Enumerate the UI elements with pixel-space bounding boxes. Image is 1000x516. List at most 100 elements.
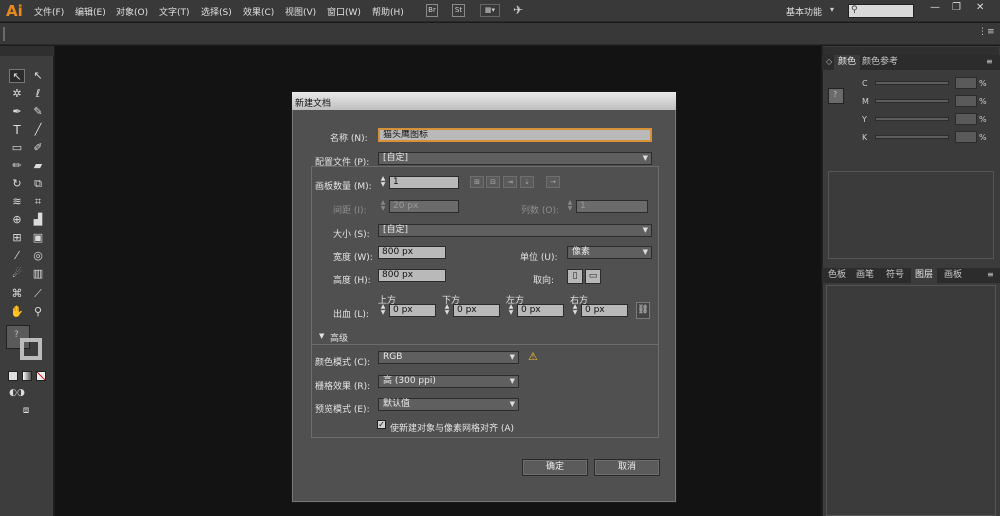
channel-y-input[interactable] (955, 113, 977, 125)
panel-menu-icon[interactable]: ⋮≡ (978, 27, 995, 37)
graph-tool-icon[interactable]: ▥ (30, 267, 46, 281)
channel-y-slider[interactable] (875, 117, 949, 121)
hand-tool-icon[interactable]: ✋ (9, 305, 25, 319)
paintbrush-tool-icon[interactable]: ✐ (30, 141, 46, 155)
columns-field[interactable]: 1 (576, 200, 648, 213)
zoom-tool-icon[interactable]: ⚲ (30, 305, 46, 319)
menu-object[interactable]: 对象(O) (116, 5, 148, 18)
gradient-tool-icon[interactable]: ▣ (30, 231, 46, 245)
tools-panel-header[interactable] (0, 46, 54, 56)
tab-swatches[interactable]: 色板 (824, 268, 850, 283)
panel-menu-icon[interactable]: ≡ (986, 57, 993, 66)
layers-list[interactable] (826, 285, 996, 516)
width-field[interactable]: 800 px (378, 246, 446, 259)
arrange-by-row-icon[interactable]: ⇥ (503, 176, 517, 188)
arrange-documents-icon[interactable]: ▦▾ (480, 4, 500, 17)
width-tool-icon[interactable]: ≋ (9, 195, 25, 209)
landscape-orientation-icon[interactable]: ▭ (585, 269, 601, 284)
rotate-tool-icon[interactable]: ↻ (9, 177, 25, 191)
menu-edit[interactable]: 编辑(E) (75, 5, 106, 18)
spacing-field[interactable]: 20 px (389, 200, 459, 213)
bleed-top-field[interactable]: 0 px (389, 304, 436, 317)
stepper-arrows-icon[interactable]: ▲ ▼ (379, 200, 387, 213)
blend-tool-icon[interactable]: ◎ (30, 249, 46, 263)
chevron-down-icon[interactable]: ▾ (830, 5, 834, 14)
stepper-arrows-icon[interactable]: ▲ ▼ (566, 200, 574, 213)
link-bleed-icon[interactable]: ⛓ (636, 302, 650, 319)
menu-help[interactable]: 帮助(H) (372, 5, 404, 18)
free-transform-tool-icon[interactable]: ⌗ (30, 195, 46, 209)
layout-direction-icon[interactable]: → (546, 176, 560, 188)
preview-mode-select[interactable]: 默认值 ▼ (378, 398, 519, 411)
stepper-arrows-icon[interactable]: ▲ ▼ (379, 304, 387, 317)
menu-file[interactable]: 文件(F) (34, 5, 64, 18)
tab-brushes[interactable]: 画笔 (852, 268, 878, 283)
tab-color-guide[interactable]: 颜色参考 (858, 55, 902, 70)
line-tool-icon[interactable]: ╱ (30, 123, 46, 137)
panel-options-icon[interactable]: ◇ (826, 57, 832, 66)
type-tool-icon[interactable]: T (9, 123, 25, 137)
align-pixel-grid-checkbox[interactable]: ✓ (377, 420, 386, 429)
send-icon[interactable]: ✈ (513, 3, 523, 17)
channel-k-input[interactable] (955, 131, 977, 143)
workspace-switcher[interactable]: 基本功能 (786, 5, 822, 18)
stroke-swatch[interactable] (20, 338, 42, 360)
advanced-toggle[interactable]: 高级 (330, 331, 348, 344)
tab-symbols[interactable]: 符号 (882, 268, 908, 283)
stock-icon[interactable]: St (452, 4, 465, 17)
size-select[interactable]: [自定] ▼ (378, 224, 652, 237)
symbol-sprayer-tool-icon[interactable]: ☄ (9, 267, 25, 281)
cancel-button[interactable]: 取消 (594, 459, 660, 476)
menu-view[interactable]: 视图(V) (285, 5, 316, 18)
menu-effect[interactable]: 效果(C) (243, 5, 274, 18)
channel-m-slider[interactable] (875, 99, 949, 103)
tab-artboards[interactable]: 画板 (940, 268, 966, 283)
eraser-tool-icon[interactable]: ▰ (30, 159, 46, 173)
perspective-grid-tool-icon[interactable]: ▟ (30, 213, 46, 227)
document-name-field[interactable]: 猫头鹰图标 (378, 128, 652, 142)
ok-button[interactable]: 确定 (522, 459, 588, 476)
bleed-right-field[interactable]: 0 px (581, 304, 628, 317)
dialog-title-bar[interactable] (292, 92, 676, 110)
none-mode-icon[interactable] (36, 371, 46, 381)
bleed-left-field[interactable]: 0 px (517, 304, 564, 317)
arrange-by-column-icon[interactable]: ⇣ (520, 176, 534, 188)
eyedropper-tool-icon[interactable]: ⁄ (9, 249, 25, 263)
portrait-orientation-icon[interactable]: ▯ (567, 269, 583, 284)
color-mode-icon[interactable] (8, 371, 18, 381)
menu-window[interactable]: 窗口(W) (327, 5, 361, 18)
color-spectrum-area[interactable] (828, 171, 994, 259)
rectangle-tool-icon[interactable]: ▭ (9, 141, 25, 155)
channel-m-input[interactable] (955, 95, 977, 107)
pen-tool-icon[interactable]: ✒ (9, 105, 25, 119)
height-field[interactable]: 800 px (378, 269, 446, 282)
tab-layers[interactable]: 图层 (911, 268, 938, 283)
restore-button[interactable]: ❐ (952, 2, 961, 13)
panel-dock-header[interactable] (823, 47, 999, 55)
direct-selection-tool-icon[interactable]: ↖ (30, 69, 46, 83)
tab-color[interactable]: 颜色 (834, 55, 861, 70)
menu-type[interactable]: 文字(T) (159, 5, 190, 18)
bleed-bottom-field[interactable]: 0 px (453, 304, 500, 317)
stepper-arrows-icon[interactable]: ▲ ▼ (379, 176, 387, 189)
slice-tool-icon[interactable]: ⟋ (30, 287, 46, 301)
mesh-tool-icon[interactable]: ⊞ (9, 231, 25, 245)
lasso-tool-icon[interactable]: ℓ (30, 87, 46, 101)
magic-wand-tool-icon[interactable]: ✲ (9, 87, 25, 101)
grid-by-row-icon[interactable]: ⊞ (470, 176, 484, 188)
close-button[interactable]: ✕ (976, 2, 984, 13)
curvature-tool-icon[interactable]: ✎ (30, 105, 46, 119)
pencil-tool-icon[interactable]: ✏ (9, 159, 25, 173)
scale-tool-icon[interactable]: ⧉ (30, 177, 46, 191)
artboards-count-field[interactable]: 1 (389, 176, 459, 189)
grip-handle[interactable] (3, 27, 5, 41)
drawing-mode-icon[interactable]: ◐◑ (9, 386, 25, 400)
minimize-button[interactable]: — (930, 2, 940, 13)
channel-c-slider[interactable] (875, 81, 949, 85)
selection-tool-icon[interactable]: ↖ (9, 69, 25, 83)
stepper-arrows-icon[interactable]: ▲ ▼ (443, 304, 451, 317)
profile-select[interactable]: [自定] ▼ (378, 152, 652, 165)
shape-builder-tool-icon[interactable]: ⊕ (9, 213, 25, 227)
gradient-mode-icon[interactable] (22, 371, 32, 381)
color-mode-select[interactable]: RGB ▼ (378, 351, 519, 364)
